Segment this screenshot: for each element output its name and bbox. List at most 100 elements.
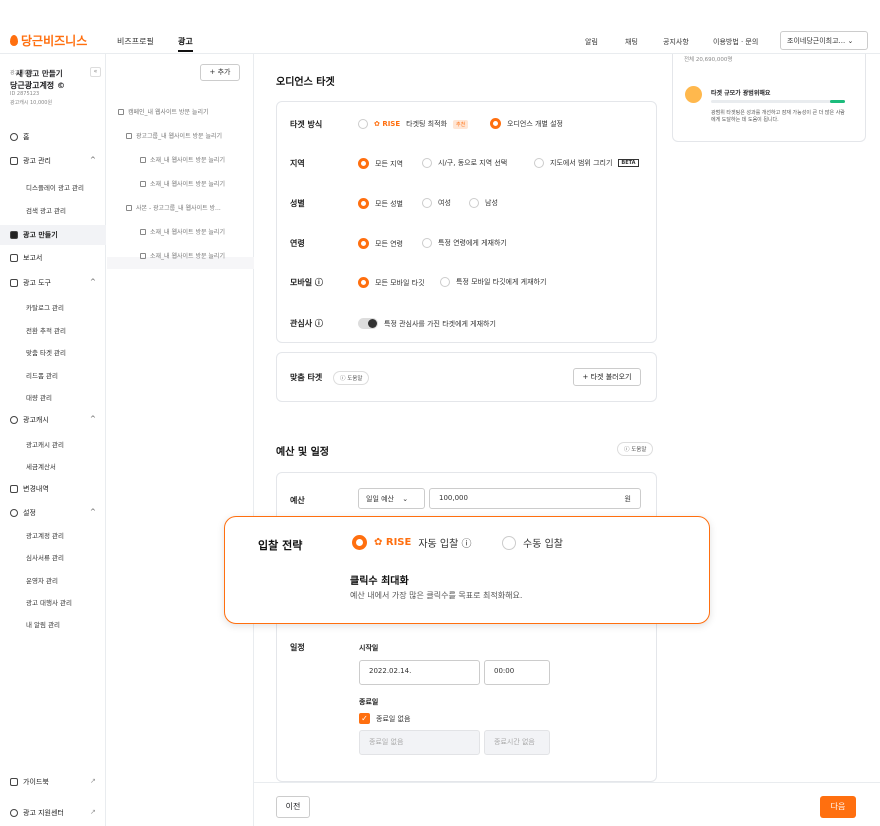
chevron-up-icon[interactable]: ^ <box>90 156 96 164</box>
link-help[interactable]: 이용방법 · 문의 <box>713 37 758 47</box>
audience-size-desc: 광범위 타겟팅은 성과를 개선하고 잠재 가능성이 큰 더 많은 사람에게 도달… <box>711 110 845 123</box>
history-icon <box>10 485 18 493</box>
book-icon <box>10 778 18 786</box>
chevron-up-icon[interactable]: ^ <box>90 278 96 286</box>
end-time-input[interactable]: 종료시간 없음 <box>484 730 550 755</box>
radio-custom-audience[interactable]: 오디언스 개별 설정 <box>490 118 563 129</box>
sidebar-item-ad-tools[interactable]: 광고 도구 <box>10 278 51 288</box>
sidebar-item-cash-manage[interactable]: 광고캐시 관리 <box>26 439 64 449</box>
help-chip[interactable]: ⓘ 도움말 <box>333 371 370 385</box>
radio-all-ages[interactable]: 모든 연령 <box>358 238 403 249</box>
link-notices[interactable]: 공지사항 <box>663 37 689 47</box>
radio-specific-age[interactable]: 특정 연령에게 게재하기 <box>422 238 507 248</box>
sidebar-item-report[interactable]: 보고서 <box>10 253 42 263</box>
sidebar-item-operators[interactable]: 운영자 관리 <box>26 575 58 585</box>
sidebar-item-tax-invoice[interactable]: 세금계산서 <box>26 461 56 471</box>
sidebar-item-custom-target[interactable]: 맞춤 타겟 관리 <box>26 347 66 357</box>
tree-item-adgroup-copy[interactable]: 사본 - 광고그룹_내 웹사이트 방... <box>126 203 221 212</box>
sidebar-item-display-ads[interactable]: 디스플레이 광고 관리 <box>26 182 84 192</box>
load-target-button[interactable]: + 타겟 불러오기 <box>573 368 641 386</box>
carrot-icon <box>10 35 18 46</box>
logo[interactable]: 당근비즈니스 <box>10 32 87 49</box>
sidebar-item-ad-manage[interactable]: 광고 관리 <box>10 156 51 166</box>
sidebar-item-support[interactable]: 광고 지원센터 <box>10 808 64 818</box>
tree-item-creative[interactable]: 소재_내 웹사이트 방문 늘리기 <box>140 179 225 188</box>
chevron-up-icon[interactable]: ^ <box>90 415 96 423</box>
sidebar-item-search-ads[interactable]: 검색 광고 관리 <box>26 205 66 215</box>
budget-type-select[interactable]: 일일 예산 ⌄ <box>358 488 425 509</box>
account-name[interactable]: 당근광고계정 © <box>10 80 65 91</box>
audience-section-title: 오디언스 타겟 <box>276 77 335 88</box>
radio-all-mobile[interactable]: 모든 모바일 타깃 <box>358 277 425 288</box>
link-chat[interactable]: 채팅 <box>625 37 638 47</box>
add-button[interactable]: + 추가 <box>200 64 240 81</box>
mobile-label: 모바일 ⓘ <box>290 278 323 287</box>
sidebar-item-notification[interactable]: 내 알림 관리 <box>26 619 60 629</box>
link-notifications[interactable]: 알림 <box>585 37 598 47</box>
sidebar-item-home[interactable]: 홈 <box>10 132 29 142</box>
sidebar-item-bulk[interactable]: 대량 관리 <box>26 392 52 402</box>
external-link-icon: ↗ <box>90 777 96 785</box>
tree-item-campaign[interactable]: 캠페인_내 웹사이트 방문 늘리기 <box>118 107 208 116</box>
interest-toggle[interactable]: 특정 관심사를 가진 타겟에게 게재하기 <box>358 318 496 329</box>
start-time-input[interactable]: 00:00 <box>484 660 550 685</box>
creative-icon <box>140 156 146 163</box>
sidebar-item-guidebook[interactable]: 가이드북 <box>10 777 49 787</box>
budget-label: 예산 <box>290 496 305 505</box>
smiley-icon <box>685 86 702 103</box>
chevron-up-icon[interactable]: ^ <box>90 508 96 516</box>
no-end-date-checkbox[interactable]: ✓ <box>359 713 370 724</box>
radio-rise-auto-bid[interactable]: ✿ RISE 자동 입찰 ⓘ <box>352 535 472 550</box>
help-chip[interactable]: ⓘ 도움말 <box>617 442 654 456</box>
sidebar-item-catalog[interactable]: 카탈로그 관리 <box>26 302 64 312</box>
sidebar-item-leadform[interactable]: 리드폼 관리 <box>26 370 58 380</box>
sidebar-item-settings[interactable]: 설정 <box>10 508 36 518</box>
radio-all-genders[interactable]: 모든 성별 <box>358 198 403 209</box>
account-dropdown[interactable]: 조이네당근이최고... ⌄ <box>780 31 868 50</box>
nav-ads[interactable]: 광고 <box>178 36 193 52</box>
start-date-label: 시작일 <box>359 644 379 652</box>
radio-specific-mobile[interactable]: 특정 모바일 타깃에게 게재하기 <box>440 277 546 287</box>
tree-item-creative[interactable]: 소재_내 웹사이트 방문 늘리기 <box>140 251 225 260</box>
rise-logo: ✿ RISE <box>374 537 412 548</box>
schedule-label: 일정 <box>290 643 305 652</box>
sidebar-item-history[interactable]: 변경내역 <box>10 484 49 494</box>
prev-button[interactable]: 이전 <box>276 796 310 818</box>
sidebar-item-create-ad[interactable]: 광고 만들기 <box>10 230 58 240</box>
toggle-switch[interactable] <box>358 318 378 329</box>
home-icon <box>10 133 18 141</box>
nav-bizprofile[interactable]: 비즈프로필 <box>117 36 154 47</box>
report-icon <box>10 254 18 262</box>
no-end-date-text: 종료일 없음 <box>376 715 411 723</box>
radio-manual-bid[interactable]: 수동 입찰 <box>502 535 563 550</box>
radio-male[interactable]: 남성 <box>469 198 498 208</box>
tree-item-creative[interactable]: 소재_내 웹사이트 방문 늘리기 <box>140 227 225 236</box>
radio-all-regions[interactable]: 모든 지역 <box>358 158 403 169</box>
radio-draw-map[interactable]: 지도에서 범위 그리기 BETA <box>534 158 639 168</box>
sidebar-item-ad-cash[interactable]: 광고캐시 <box>10 415 49 425</box>
beta-badge: BETA <box>618 159 639 167</box>
adgroup-icon <box>126 204 132 211</box>
audience-size-bar <box>711 100 845 103</box>
tree-item-adgroup[interactable]: 광고그룹_내 웹사이트 방문 늘리기 <box>126 131 222 140</box>
collapse-sidebar-button[interactable]: « <box>90 67 101 77</box>
next-button[interactable]: 다음 <box>820 796 856 818</box>
radio-rise-targeting[interactable]: ✿ RISE 타겟팅 최적화 추천 <box>358 119 469 129</box>
sidebar-item-account-manage[interactable]: 광고계정 관리 <box>26 530 64 540</box>
region-label: 지역 <box>290 159 305 168</box>
tree-item-creative[interactable]: 소재_내 웹사이트 방문 늘리기 <box>140 155 225 164</box>
external-link-icon: ↗ <box>90 808 96 816</box>
sidebar-item-conversion[interactable]: 전환 추적 관리 <box>26 325 66 335</box>
gender-label: 성별 <box>290 199 305 208</box>
budget-section-title: 예산 및 일정 <box>276 447 329 458</box>
sidebar-item-agency[interactable]: 광고 대행사 관리 <box>26 597 72 607</box>
account-id: ID 2875123 <box>10 91 40 97</box>
start-date-input[interactable]: 2022.02.14. <box>359 660 480 685</box>
tree-title: 새 광고 만들기 <box>16 69 63 78</box>
end-date-input[interactable]: 종료일 없음 <box>359 730 480 755</box>
radio-select-region[interactable]: 시/구, 동으로 지역 선택 <box>422 158 507 168</box>
sidebar-item-review-docs[interactable]: 심사서류 관리 <box>26 552 64 562</box>
radio-female[interactable]: 여성 <box>422 198 451 208</box>
budget-amount-input[interactable]: 100,000 원 <box>429 488 641 509</box>
ad-tree-panel <box>106 54 254 826</box>
